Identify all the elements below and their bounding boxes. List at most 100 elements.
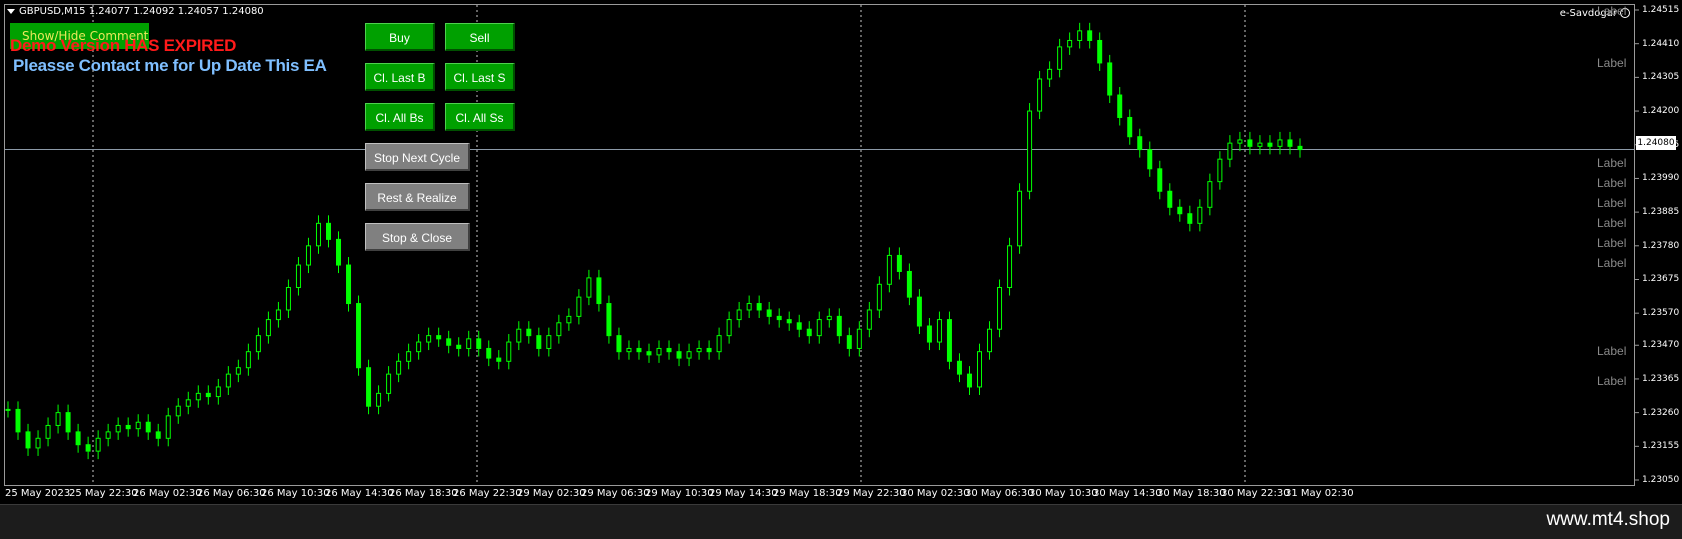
price-tick-label: 1.23155 <box>1642 441 1680 452</box>
candle-body <box>506 341 512 362</box>
candle-body <box>1257 142 1263 147</box>
candle-body <box>977 351 983 388</box>
time-tick-label: 29 May 14:30 <box>709 488 778 499</box>
price-tick-label: 1.23570 <box>1642 308 1680 319</box>
candle-body <box>816 319 822 337</box>
close-all-buys-button[interactable]: Cl. All Bs <box>365 103 435 131</box>
candle-body <box>376 392 382 407</box>
candle-body <box>866 309 872 330</box>
candle-body <box>956 360 962 375</box>
candle-body <box>656 347 662 356</box>
candle-body <box>426 335 432 343</box>
candle-body <box>1147 149 1153 170</box>
candle-body <box>966 373 972 388</box>
close-all-sells-button[interactable]: Cl. All Ss <box>445 103 515 131</box>
time-tick-label: 29 May 10:30 <box>645 488 714 499</box>
close-last-sell-button[interactable]: Cl. Last S <box>445 63 515 91</box>
candle-body <box>997 287 1003 330</box>
time-tick-label: 30 May 06:30 <box>965 488 1034 499</box>
candle-body <box>1017 190 1023 247</box>
candle-body <box>716 335 722 353</box>
candle-body <box>1077 30 1083 41</box>
candle-body <box>225 373 231 388</box>
candle-body <box>115 424 121 433</box>
candle-body <box>946 319 952 362</box>
time-tick-label: 25 May 2023 <box>5 488 71 499</box>
rest-realize-button[interactable]: Rest & Realize <box>365 183 470 211</box>
sell-button[interactable]: Sell <box>445 23 515 51</box>
time-tick-label: 26 May 06:30 <box>197 488 266 499</box>
candle-body <box>1217 158 1223 183</box>
candle-body <box>125 424 131 430</box>
label-object: Label <box>1597 344 1627 358</box>
candle-body <box>95 437 101 452</box>
candle-body <box>886 254 892 285</box>
candle-body <box>476 338 482 349</box>
collapse-triangle-icon[interactable] <box>7 8 15 14</box>
candle-body <box>386 373 392 394</box>
time-tick-label: 26 May 18:30 <box>389 488 458 499</box>
candle-body <box>1027 110 1033 192</box>
candle-body <box>746 303 752 311</box>
candle-body <box>1207 181 1213 208</box>
candle-body <box>606 303 612 337</box>
price-tick-label: 1.23365 <box>1642 373 1680 384</box>
candle-body <box>756 303 762 311</box>
time-tick-label: 29 May 06:30 <box>581 488 650 499</box>
candle-body <box>1247 139 1253 147</box>
candle-body <box>305 245 311 266</box>
candle-body <box>566 315 572 324</box>
candle-body <box>466 338 472 349</box>
candle-body <box>5 408 11 411</box>
candle-body <box>846 335 852 349</box>
candle-body <box>1287 139 1293 147</box>
candle-body <box>1067 39 1073 48</box>
candle-body <box>85 444 91 452</box>
label-object: Label <box>1597 56 1627 70</box>
label-object: Label <box>1597 374 1627 388</box>
candle-body <box>786 319 792 324</box>
candle-body <box>1167 190 1173 208</box>
candle-body <box>646 351 652 356</box>
buy-button[interactable]: Buy <box>365 23 435 51</box>
candle-body <box>576 296 582 317</box>
label-object: Label <box>1597 176 1627 190</box>
candle-body <box>916 296 922 327</box>
candle-body <box>336 238 342 266</box>
price-tick-label: 1.23675 <box>1642 274 1680 285</box>
candle-body <box>1037 78 1043 112</box>
stop-close-button[interactable]: Stop & Close <box>365 223 470 251</box>
time-tick-label: 26 May 22:30 <box>453 488 522 499</box>
chart-window[interactable]: GBPUSD,M15 1.24077 1.24092 1.24057 1.240… <box>0 0 1682 505</box>
stop-next-cycle-button[interactable]: Stop Next Cycle <box>365 143 470 171</box>
candle-body <box>315 222 321 247</box>
candle-body <box>636 347 642 353</box>
close-last-buy-button[interactable]: Cl. Last B <box>365 63 435 91</box>
candle-body <box>1057 46 1063 70</box>
candle-body <box>265 319 271 337</box>
candle-body <box>1047 68 1053 80</box>
label-object: Label <box>1597 256 1627 270</box>
time-tick-label: 29 May 18:30 <box>773 488 842 499</box>
expired-notice: Demo Version HAS EXPIRED <box>10 36 237 55</box>
candle-body <box>987 328 993 353</box>
candle-body <box>25 431 31 449</box>
candle-body <box>586 277 592 298</box>
price-tick-label: 1.23260 <box>1642 407 1680 418</box>
candle-body <box>35 437 41 449</box>
time-tick-label: 30 May 22:30 <box>1221 488 1290 499</box>
price-tick-label: 1.24410 <box>1642 38 1680 49</box>
candle-body <box>1127 116 1133 138</box>
candle-body <box>626 347 632 353</box>
candle-body <box>706 347 712 353</box>
price-tick-label: 1.23780 <box>1642 240 1680 251</box>
time-tick-label: 30 May 02:30 <box>901 488 970 499</box>
candle-body <box>696 347 702 353</box>
candle-body <box>346 264 352 305</box>
candle-body <box>1107 62 1113 96</box>
candle-body <box>796 322 802 330</box>
candle-body <box>245 351 251 369</box>
candle-body <box>165 415 171 439</box>
candle-body <box>486 347 492 359</box>
candle-body <box>856 328 862 349</box>
